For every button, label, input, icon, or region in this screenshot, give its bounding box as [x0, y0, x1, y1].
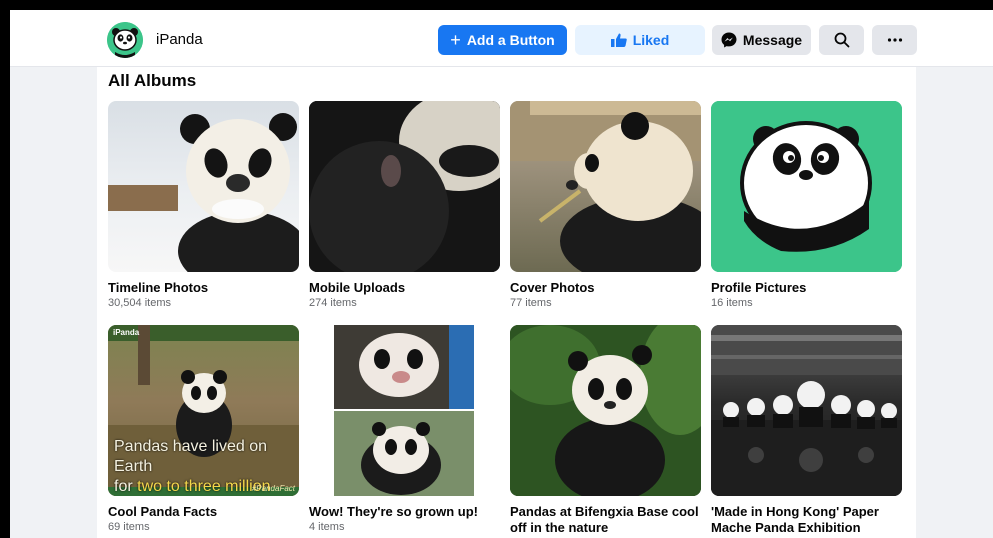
album-title[interactable]: 'Made in Hong Kong' Paper Mache Panda Ex…: [711, 504, 902, 536]
add-button-label: Add a Button: [466, 32, 555, 48]
fact-highlight: two to three million years: [137, 478, 271, 495]
panda-cub-image: [309, 101, 500, 272]
album-count: 16 items: [711, 297, 753, 309]
album-thumbnail[interactable]: [108, 101, 299, 272]
page-name[interactable]: iPanda: [156, 31, 203, 48]
panda-logo-icon: [107, 22, 143, 58]
album-thumbnail[interactable]: [711, 325, 902, 496]
panda-eating-bamboo-image: [510, 101, 701, 272]
album-title[interactable]: Wow! They're so grown up!: [309, 504, 500, 520]
add-a-button[interactable]: + Add a Button: [438, 25, 567, 55]
app-window: iPanda + Add a Button Liked Message All …: [10, 10, 993, 538]
album-card[interactable]: Profile Pictures 16 items: [711, 101, 902, 310]
album-count: 77 items: [510, 297, 552, 309]
fact-line-2-prefix: for: [114, 478, 138, 495]
albums-section: All Albums Timeline Photos 30,504 items …: [97, 67, 916, 538]
message-label: Message: [742, 32, 803, 48]
album-card[interactable]: iPanda Pandas have lived on Earth for tw…: [108, 325, 299, 534]
album-card[interactable]: Wow! They're so grown up! 4 items: [309, 325, 500, 534]
section-title: All Albums: [108, 71, 197, 90]
panda-exhibition-image: [711, 325, 902, 496]
liked-label: Liked: [632, 32, 670, 48]
thumbs-up-icon: [610, 33, 627, 47]
album-thumbnail[interactable]: [309, 101, 500, 272]
album-thumbnail[interactable]: [711, 101, 902, 272]
album-count: 274 items: [309, 297, 357, 309]
album-title[interactable]: Cover Photos: [510, 280, 701, 296]
album-title[interactable]: Timeline Photos: [108, 280, 299, 296]
page-header: iPanda + Add a Button Liked Message: [10, 10, 993, 67]
album-thumbnail[interactable]: iPanda Pandas have lived on Earth for tw…: [108, 325, 299, 496]
album-thumbnail[interactable]: [510, 325, 701, 496]
album-thumbnail[interactable]: [309, 325, 500, 496]
album-title[interactable]: Pandas at Bifengxia Base cool off in the…: [510, 504, 701, 536]
brand-watermark: iPanda: [113, 328, 140, 337]
album-count: 30,504 items: [108, 297, 171, 309]
album-card[interactable]: Mobile Uploads 274 items: [309, 101, 500, 310]
fact-line-1: Pandas have lived on Earth: [114, 438, 267, 475]
album-thumbnail[interactable]: [510, 101, 701, 272]
album-count: 4 items: [309, 521, 345, 533]
album-title[interactable]: Profile Pictures: [711, 280, 902, 296]
panda-in-greenery-image: [510, 325, 701, 496]
album-card[interactable]: Timeline Photos 30,504 items: [108, 101, 299, 310]
ellipsis-icon: [887, 38, 902, 42]
ipanda-logo-image: [711, 101, 902, 272]
message-button[interactable]: Message: [712, 25, 811, 55]
album-card[interactable]: 'Made in Hong Kong' Paper Mache Panda Ex…: [711, 325, 902, 536]
plus-icon: +: [450, 30, 461, 50]
more-options-button[interactable]: [872, 25, 917, 55]
page-logo[interactable]: [107, 22, 143, 58]
album-card[interactable]: Pandas at Bifengxia Base cool off in the…: [510, 325, 701, 536]
panda-in-snow-image: [108, 113, 299, 272]
album-title[interactable]: Mobile Uploads: [309, 280, 500, 296]
search-icon: [834, 32, 849, 48]
messenger-icon: [721, 32, 737, 48]
panda-collage-image: [312, 325, 500, 496]
album-card[interactable]: Cover Photos 77 items: [510, 101, 701, 310]
liked-button[interactable]: Liked: [575, 25, 705, 55]
hashtag-watermark: #PandaFact: [251, 484, 295, 493]
album-count: 69 items: [108, 521, 150, 533]
album-title[interactable]: Cool Panda Facts: [108, 504, 299, 520]
search-button[interactable]: [819, 25, 864, 55]
